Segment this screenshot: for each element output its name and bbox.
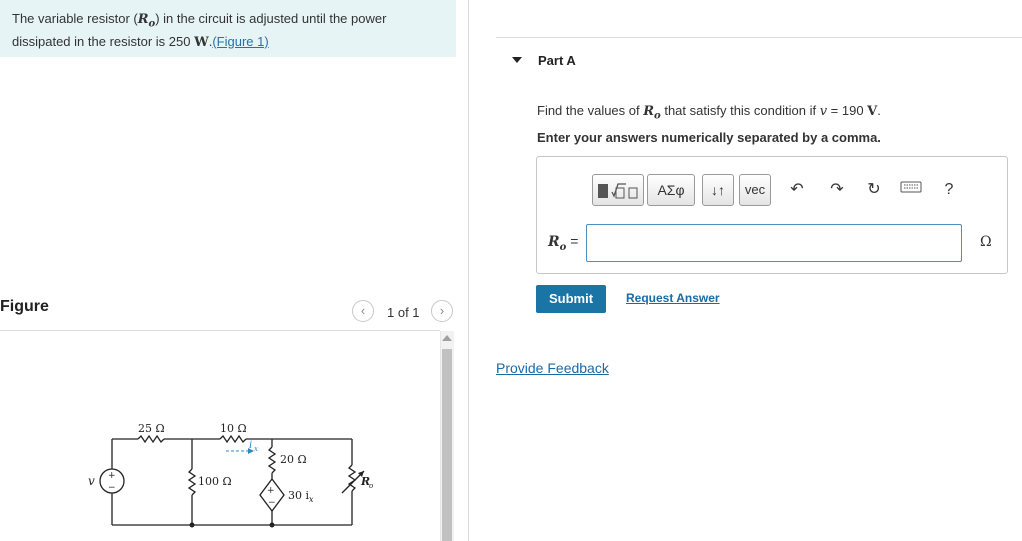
- answer-unit: Ω: [980, 234, 992, 250]
- question-end: .: [877, 103, 881, 118]
- figure-heading: Figure: [0, 298, 49, 315]
- circuit-diagram: 25 Ω 10 Ω 100 Ω 20 Ω v + − i x + − 30 i …: [88, 422, 373, 528]
- dep-source-label: 30 i: [288, 489, 309, 502]
- problem-text-before: The variable resistor (: [12, 11, 138, 26]
- figure-divider: [0, 330, 440, 331]
- r100-label: 100 Ω: [198, 475, 232, 488]
- resistor-25-icon: [137, 434, 165, 444]
- scrollbar-thumb[interactable]: [442, 349, 452, 541]
- arrows-button[interactable]: ↓↑: [702, 174, 734, 206]
- keyboard-shape: [900, 181, 922, 193]
- resistor-10-icon: [219, 434, 247, 444]
- answer-var: R: [548, 234, 560, 250]
- figure-link[interactable]: (Figure 1): [212, 34, 268, 49]
- resistor-20-icon: [267, 446, 277, 474]
- templates-button[interactable]: [592, 174, 644, 206]
- r20-label: 20 Ω: [280, 453, 307, 466]
- greek-button[interactable]: ΑΣφ: [647, 174, 695, 206]
- question-before: Find the values of: [537, 103, 644, 118]
- figure-pager: 1 of 1: [387, 305, 420, 320]
- templates-icon: [598, 183, 638, 199]
- r10-label: 10 Ω: [220, 422, 247, 435]
- question-v-unit: V: [867, 104, 878, 119]
- scroll-up-icon[interactable]: [442, 335, 452, 341]
- problem-unit: W: [194, 34, 209, 50]
- redo-icon[interactable]: ↷: [826, 179, 848, 201]
- problem-variable: R: [137, 12, 149, 27]
- r25-label: 25 Ω: [138, 422, 165, 435]
- answer-instruction: Enter your answers numerically separated…: [537, 130, 881, 145]
- source-minus-label: −: [108, 483, 116, 493]
- keyboard-icon[interactable]: [898, 179, 924, 201]
- vec-button[interactable]: vec: [739, 174, 771, 206]
- source-v-label: v: [88, 474, 95, 488]
- question-value: = 190: [827, 103, 868, 118]
- problem-statement: The variable resistor (Ro) in the circui…: [0, 0, 456, 57]
- undo-icon[interactable]: ↶: [786, 179, 808, 201]
- answer-input[interactable]: [586, 224, 962, 262]
- submit-button[interactable]: Submit: [536, 285, 606, 313]
- provide-feedback-link[interactable]: Provide Feedback: [496, 360, 609, 376]
- dep-minus-label: −: [268, 498, 276, 508]
- dep-plus-label: +: [267, 486, 275, 496]
- source-plus-label: +: [108, 471, 116, 481]
- question-middle: that satisfy this condition if: [660, 103, 820, 118]
- chevron-left-icon: ‹: [360, 303, 366, 318]
- pane-divider: [468, 0, 469, 541]
- question-variable-sub: o: [654, 110, 661, 122]
- next-figure-button[interactable]: ›: [431, 300, 453, 322]
- answer-eq: =: [566, 233, 579, 249]
- prev-figure-button[interactable]: ‹: [352, 300, 374, 322]
- resistor-100-icon: [187, 468, 197, 496]
- question-v-symbol: v: [819, 104, 828, 119]
- variable-resistor-icon: [347, 464, 357, 492]
- reset-icon[interactable]: ↻: [863, 179, 885, 201]
- question-variable: R: [643, 104, 655, 119]
- collapse-caret-icon[interactable]: [512, 57, 522, 63]
- help-button[interactable]: ?: [938, 179, 960, 201]
- question-text: Find the values of Ro that satisfy this …: [537, 103, 881, 122]
- request-answer-link[interactable]: Request Answer: [626, 291, 720, 305]
- dep-source-sub-label: x: [309, 495, 314, 504]
- answer-variable-label: Ro =: [548, 233, 578, 253]
- part-title: Part A: [538, 53, 576, 68]
- ro-sub-label: o: [369, 482, 373, 490]
- current-label: i: [249, 440, 252, 451]
- chevron-right-icon: ›: [439, 303, 445, 318]
- current-sub-label: x: [254, 445, 258, 453]
